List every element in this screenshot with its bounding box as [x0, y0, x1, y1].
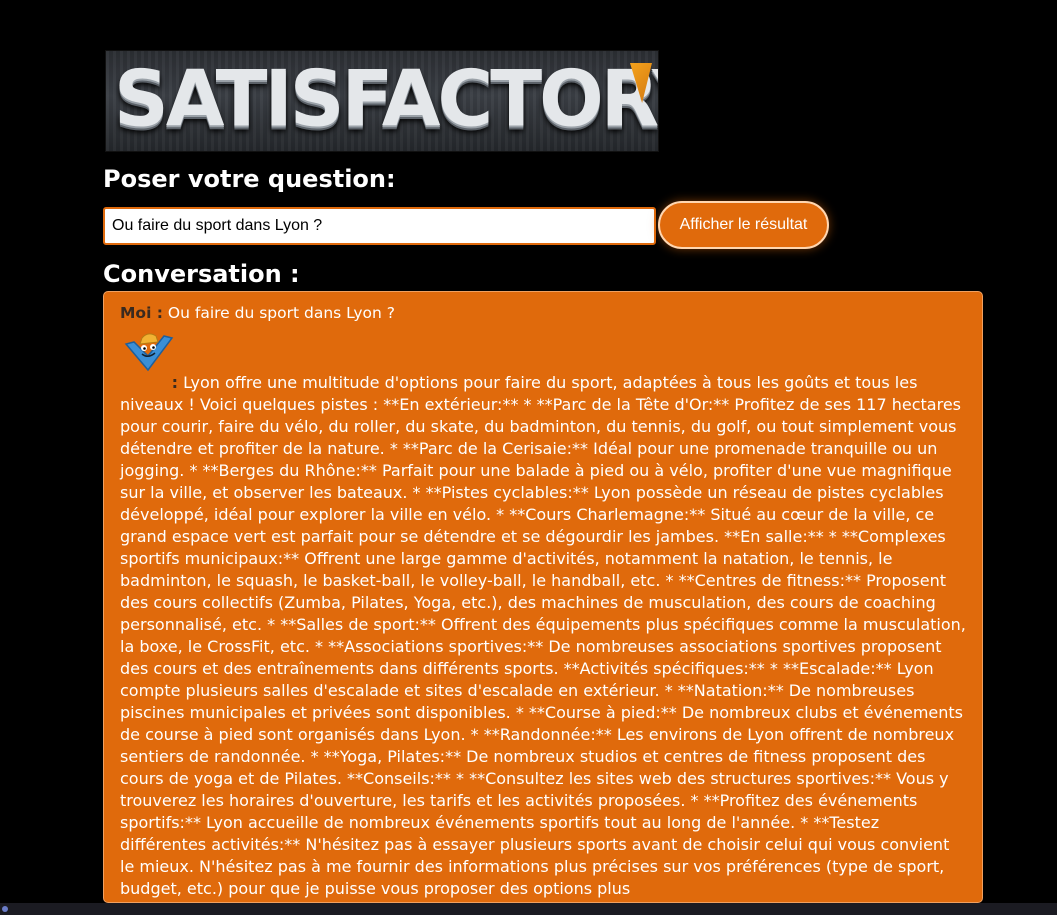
ficsit-mascot-icon	[124, 333, 174, 372]
conversation-heading: Conversation :	[103, 260, 300, 288]
user-speaker-label: Moi :	[120, 304, 163, 322]
question-heading: Poser votre question:	[103, 165, 396, 193]
conversation-panel[interactable]: Moi : Ou faire du sport dans Lyon ? : Ly…	[103, 291, 983, 903]
bot-message-text: Lyon offre une multitude d'options pour …	[120, 373, 966, 898]
status-dot-icon	[2, 906, 8, 912]
app-page: SATISFACTORY Poser votre question: Affic…	[0, 0, 1057, 915]
bot-speaker-separator: :	[171, 373, 178, 392]
show-result-button[interactable]: Afficher le résultat	[658, 201, 829, 249]
satisfactory-logo: SATISFACTORY	[105, 50, 659, 152]
user-message: Moi : Ou faire du sport dans Lyon ?	[120, 302, 966, 324]
user-message-text: Ou faire du sport dans Lyon ?	[167, 304, 396, 322]
bottom-status-bar	[0, 903, 1057, 915]
logo-text: SATISFACTORY	[114, 53, 659, 144]
question-input[interactable]	[103, 207, 656, 245]
bot-message: : Lyon offre une multitude d'options pou…	[120, 372, 966, 900]
